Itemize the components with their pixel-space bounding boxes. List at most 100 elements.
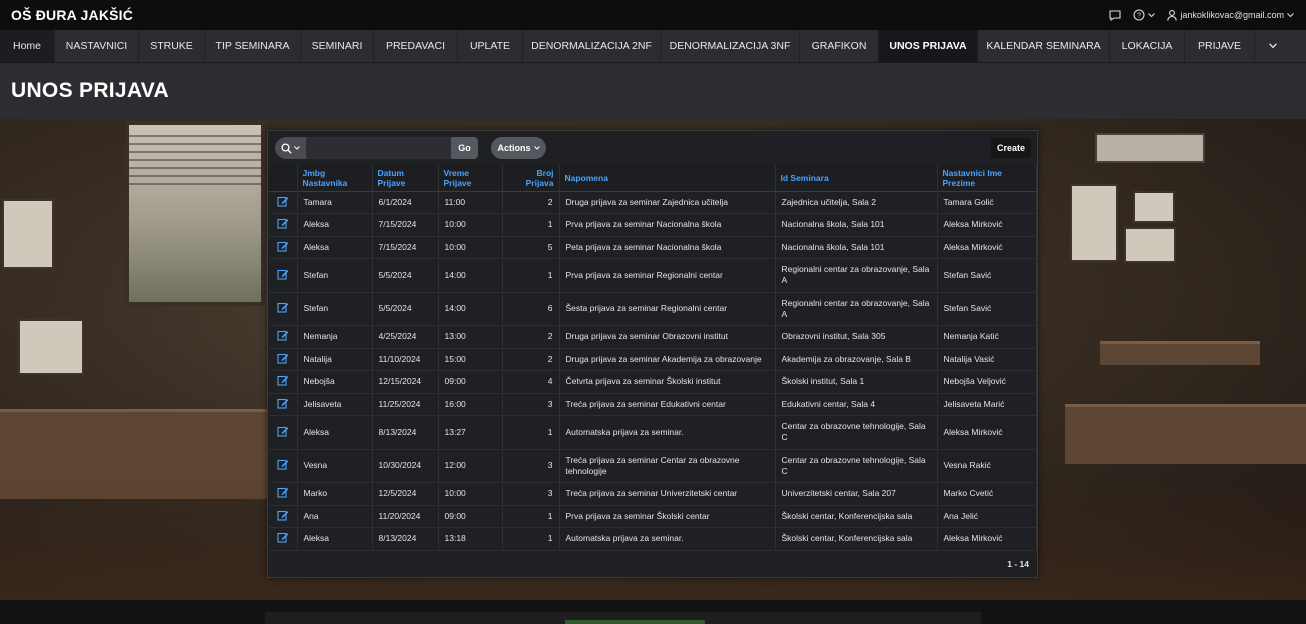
nav-denormalizacija-2nf[interactable]: DENORMALIZACIJA 2NF [523,30,661,62]
chat-icon[interactable] [1109,9,1121,21]
cell-datum: 12/15/2024 [372,370,439,394]
edit-row-button[interactable] [269,370,298,394]
edit-icon[interactable] [277,460,289,472]
cell-seminar: Školski institut, Sala 1 [775,370,938,394]
cell-napomena: Automatska prijava za seminar. [559,415,776,450]
cell-seminar: Zajednica učitelja, Sala 2 [775,191,938,214]
search-column-button[interactable] [275,137,306,159]
column-header-napomena[interactable]: Napomena [559,165,776,192]
edit-icon[interactable] [277,196,289,209]
edit-row-button[interactable] [269,527,298,551]
search-icon [281,142,292,154]
cell-ime: Aleksa Mirković [937,236,1037,259]
table-row: Stefan 5/5/2024 14:00 6 Šesta prijava za sem… [269,292,1037,326]
cell-napomena: Druga prijava za seminar Zajednica učite… [559,191,776,214]
cell-seminar: Obrazovni institut, Sala 305 [775,325,938,349]
nav-lokacija[interactable]: LOKACIJA [1110,30,1185,62]
cell-jmbg: Ana [297,505,373,528]
table-row: Aleksa 7/15/2024 10:00 1 Prva prijava za sem… [269,213,1037,237]
cell-vreme: 16:00 [438,393,503,416]
create-button[interactable]: Create [991,138,1031,158]
edit-row-button[interactable] [269,213,298,237]
cell-ime: Vesna Rakić [937,449,1037,483]
cell-datum: 8/13/2024 [372,527,439,551]
cell-jmbg: Nemanja [297,325,373,349]
cell-vreme: 09:00 [438,505,503,528]
edit-icon[interactable] [277,488,289,500]
table-row: Aleksa 8/13/2024 13:18 1 Automatska prijava … [269,527,1037,551]
help-menu[interactable]: ? [1133,9,1156,21]
edit-row-button[interactable] [269,325,298,349]
column-header-broj[interactable]: Broj Prijava [502,165,560,192]
cell-ime: Aleksa Mirković [937,415,1037,450]
column-header-datum[interactable]: Datum Prijave [372,165,439,192]
nav-kalendar-seminara[interactable]: KALENDAR SEMINARA [978,30,1110,62]
nav-prijave[interactable]: PRIJAVE [1185,30,1255,62]
app-title[interactable]: OŠ ĐURA JAKŠIĆ [11,7,133,23]
edit-icon[interactable] [277,269,289,282]
cell-vreme: 15:00 [438,348,503,371]
pagination-info: 1 - 14 [1007,559,1029,569]
actions-menu-button[interactable]: Actions [491,137,546,159]
nav-unos-prijava[interactable]: UNOS PRIJAVA [879,30,978,62]
edit-icon[interactable] [277,533,289,545]
cell-jmbg: Marko [297,482,373,506]
column-header-seminar[interactable]: Id Seminara [775,165,938,192]
cell-datum: 11/20/2024 [372,505,439,528]
interactive-report: Go Actions Create Jmbg Nastavnika Datum Pr… [267,130,1038,578]
search-input[interactable] [306,137,451,159]
edit-icon[interactable] [277,241,289,254]
edit-icon[interactable] [277,353,289,366]
nav-more-button[interactable] [1255,30,1290,62]
edit-icon[interactable] [277,426,289,439]
cell-jmbg: Aleksa [297,415,373,450]
page-title: UNOS PRIJAVA [11,79,170,102]
edit-row-button[interactable] [269,258,298,293]
edit-icon[interactable] [277,331,289,343]
edit-icon[interactable] [277,219,289,231]
cell-ime: Tamara Golić [937,191,1037,214]
cell-vreme: 14:00 [438,258,503,293]
column-header-ime[interactable]: Nastavnici Ime Prezime [937,165,1037,192]
cell-datum: 10/30/2024 [372,449,439,483]
cell-datum: 7/15/2024 [372,213,439,237]
cell-seminar: Univerzitetski centar, Sala 207 [775,482,938,506]
nav-tip-seminara[interactable]: TIP SEMINARA [205,30,301,62]
main-nav: Home NASTAVNICI STRUKE TIP SEMINARA SEMI… [0,30,1306,63]
edit-row-button[interactable] [269,482,298,506]
chevron-down-icon [1268,43,1277,49]
nav-denormalizacija-3nf[interactable]: DENORMALIZACIJA 3NF [661,30,800,62]
nav-grafikon[interactable]: GRAFIKON [800,30,879,62]
column-header-jmbg[interactable]: Jmbg Nastavnika [297,165,373,192]
column-header-vreme[interactable]: Vreme Prijave [438,165,503,192]
edit-row-button[interactable] [269,505,298,528]
search-bar: Go [275,137,478,159]
edit-row-button[interactable] [269,191,298,214]
edit-row-button[interactable] [269,393,298,416]
nav-home[interactable]: Home [0,30,55,62]
cell-vreme: 13:27 [438,415,503,450]
nav-predavaci[interactable]: PREDAVACI [374,30,458,62]
top-bar-actions: ? jankoklikovac@gmail.com [1109,9,1294,21]
nav-struke[interactable]: STRUKE [139,30,205,62]
edit-row-button[interactable] [269,292,298,326]
edit-icon[interactable] [277,376,289,388]
cell-napomena: Prva prijava za seminar Školski centar [559,505,776,528]
desk-decor [1100,341,1260,365]
user-menu[interactable]: jankoklikovac@gmail.com [1167,9,1294,21]
table-row: Jelisaveta 11/25/2024 16:00 3 Treća prijava … [269,393,1037,416]
edit-row-button[interactable] [269,449,298,483]
nav-seminari[interactable]: SEMINARI [301,30,374,62]
edit-icon[interactable] [277,398,289,411]
cell-ime: Jelisaveta Marić [937,393,1037,416]
edit-row-button[interactable] [269,348,298,371]
chevron-down-icon [1287,12,1294,17]
nav-uplate[interactable]: UPLATE [458,30,523,62]
nav-nastavnici[interactable]: NASTAVNICI [55,30,139,62]
edit-icon[interactable] [277,510,289,523]
edit-row-button[interactable] [269,236,298,259]
edit-row-button[interactable] [269,415,298,450]
go-button[interactable]: Go [451,137,478,159]
edit-icon[interactable] [277,303,289,315]
table-row: Nemanja 4/25/2024 13:00 2 Druga prijava za s… [269,325,1037,349]
